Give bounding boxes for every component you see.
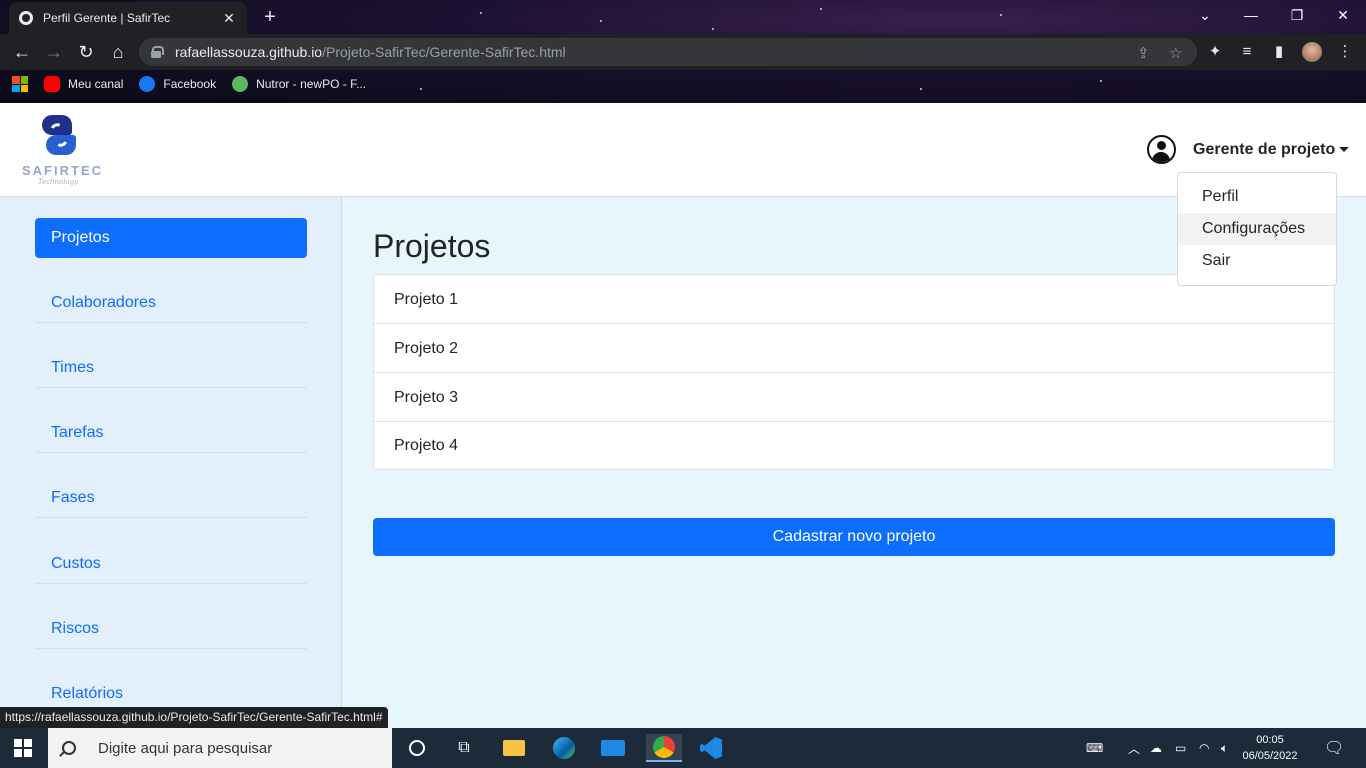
lock-icon[interactable] bbox=[151, 46, 164, 58]
media-control-icon[interactable]: ≡ bbox=[1238, 43, 1256, 61]
cortana-icon[interactable] bbox=[403, 734, 431, 762]
file-explorer-icon[interactable] bbox=[500, 734, 528, 762]
bookmark-label: Nutror - newPO - F... bbox=[256, 77, 367, 91]
close-tab-icon[interactable]: ✕ bbox=[221, 10, 237, 27]
back-icon[interactable]: ← bbox=[10, 40, 34, 64]
browser-toolbar: ← → ↻ ⌂ rafaellassouza.github.io/Projeto… bbox=[0, 34, 1366, 70]
share-icon[interactable]: ⇪ bbox=[1137, 44, 1150, 62]
add-project-button[interactable]: Cadastrar novo projeto bbox=[373, 518, 1335, 556]
notifications-icon[interactable]: 🗨︎ bbox=[1324, 728, 1344, 768]
battery-icon[interactable]: ▭ bbox=[1175, 728, 1186, 768]
bookmark-label: Facebook bbox=[163, 77, 217, 91]
sidebar-item-tarefas[interactable]: Tarefas bbox=[35, 413, 307, 453]
list-item[interactable]: Projeto 2 bbox=[374, 324, 1334, 373]
taskbar-search[interactable]: Digite aqui para pesquisar bbox=[48, 728, 392, 768]
user-dropdown-menu: Perfil Configurações Sair bbox=[1177, 172, 1337, 286]
wifi-icon[interactable]: ◠ bbox=[1199, 728, 1209, 768]
onedrive-icon[interactable]: ☁ bbox=[1150, 728, 1162, 768]
safirtec-logo[interactable]: SAFIRTEC Technology bbox=[22, 113, 103, 189]
extensions-icon[interactable]: ✦ bbox=[1206, 43, 1224, 61]
bookmark-star-icon[interactable]: ☆ bbox=[1169, 44, 1182, 62]
youtube-icon bbox=[44, 76, 60, 92]
show-hidden-icons[interactable]: ︿ bbox=[1128, 728, 1140, 768]
apps-icon[interactable] bbox=[12, 76, 28, 92]
sidebar-item-fases[interactable]: Fases bbox=[35, 478, 307, 518]
edge-icon[interactable] bbox=[550, 734, 578, 762]
search-placeholder: Digite aqui para pesquisar bbox=[98, 739, 273, 757]
logo-mark-icon bbox=[38, 113, 78, 157]
page-title: Projetos bbox=[373, 228, 491, 264]
tab-search-icon[interactable]: ⌄ bbox=[1182, 0, 1228, 30]
home-icon[interactable]: ⌂ bbox=[106, 40, 130, 64]
logo-text: SAFIRTEC bbox=[22, 163, 103, 178]
logo-subtext: Technology bbox=[37, 178, 79, 186]
bookmark-facebook[interactable]: Facebook bbox=[139, 76, 216, 92]
minimize-button[interactable]: — bbox=[1228, 0, 1274, 30]
volume-icon[interactable]: 🔈︎ bbox=[1221, 728, 1228, 768]
restore-button[interactable]: ❐ bbox=[1274, 0, 1320, 30]
sidebar-item-custos[interactable]: Custos bbox=[35, 544, 307, 584]
vscode-icon[interactable] bbox=[697, 734, 725, 762]
taskbar-clock[interactable]: 00:05 06/05/2022 bbox=[1240, 732, 1300, 764]
sidebar-item-riscos[interactable]: Riscos bbox=[35, 609, 307, 649]
project-list: Projeto 1 Projeto 2 Projeto 3 Projeto 4 bbox=[373, 274, 1335, 470]
profile-avatar[interactable] bbox=[1302, 42, 1322, 62]
user-avatar-icon bbox=[1147, 135, 1176, 164]
address-bar[interactable]: rafaellassouza.github.io/Projeto-SafirTe… bbox=[139, 38, 1197, 66]
status-url-bubble: https://rafaellassouza.github.io/Projeto… bbox=[0, 707, 388, 728]
menu-item-sair[interactable]: Sair bbox=[1178, 245, 1336, 277]
url-host: rafaellassouza.github.io bbox=[175, 44, 323, 60]
site-header: SAFIRTEC Technology Gerente de projeto bbox=[0, 103, 1366, 197]
url-path: /Projeto-SafirTec/Gerente-SafirTec.html bbox=[322, 44, 566, 60]
list-item[interactable]: Projeto 4 bbox=[374, 422, 1334, 469]
caret-down-icon bbox=[1339, 147, 1350, 152]
browser-chrome: Perfil Gerente | SafirTec ✕ + ⌄ — ❐ ✕ ← … bbox=[0, 0, 1366, 103]
globe-icon bbox=[19, 11, 33, 25]
bookmark-label: Meu canal bbox=[68, 77, 124, 91]
browser-tab[interactable]: Perfil Gerente | SafirTec ✕ bbox=[9, 2, 247, 34]
menu-icon[interactable]: ⋮ bbox=[1336, 43, 1354, 61]
list-item[interactable]: Projeto 3 bbox=[374, 373, 1334, 422]
windows-taskbar: Digite aqui para pesquisar ⧉ ⌨ ︿ ☁ ▭ ◠ 🔈… bbox=[0, 728, 1366, 768]
task-view-icon[interactable]: ⧉ bbox=[450, 734, 478, 762]
side-panel-icon[interactable]: ▮ bbox=[1270, 43, 1288, 61]
sidebar: Projetos Colaboradores Times Tarefas Fas… bbox=[0, 197, 342, 728]
search-icon bbox=[62, 741, 76, 755]
touch-keyboard-icon[interactable]: ⌨ bbox=[1086, 728, 1103, 768]
close-window-button[interactable]: ✕ bbox=[1320, 0, 1366, 30]
sidebar-item-colaboradores[interactable]: Colaboradores bbox=[35, 283, 307, 323]
bookmark-nutror[interactable]: Nutror - newPO - F... bbox=[232, 76, 366, 92]
bookmark-meu-canal[interactable]: Meu canal bbox=[44, 76, 123, 92]
menu-item-perfil[interactable]: Perfil bbox=[1178, 181, 1336, 213]
bookmarks-bar: Meu canal Facebook Nutror - newPO - F... bbox=[0, 70, 1366, 98]
reload-icon[interactable]: ↻ bbox=[74, 40, 98, 64]
chrome-icon[interactable] bbox=[646, 734, 682, 762]
sidebar-item-times[interactable]: Times bbox=[35, 348, 307, 388]
facebook-icon bbox=[139, 76, 156, 92]
sidebar-item-projetos[interactable]: Projetos bbox=[35, 218, 307, 258]
tab-title: Perfil Gerente | SafirTec bbox=[43, 11, 171, 25]
menu-item-configuracoes[interactable]: Configurações bbox=[1178, 213, 1336, 245]
clock-date: 06/05/2022 bbox=[1242, 750, 1298, 762]
mail-icon[interactable] bbox=[599, 734, 627, 762]
start-button-icon[interactable] bbox=[14, 739, 32, 757]
user-menu-toggle[interactable]: Gerente de projeto bbox=[1147, 135, 1350, 164]
user-name: Gerente de projeto bbox=[1193, 140, 1336, 158]
clock-time: 00:05 bbox=[1256, 734, 1284, 746]
nutror-icon bbox=[232, 76, 249, 92]
forward-icon[interactable]: → bbox=[42, 40, 66, 64]
new-tab-button[interactable]: + bbox=[257, 6, 283, 28]
